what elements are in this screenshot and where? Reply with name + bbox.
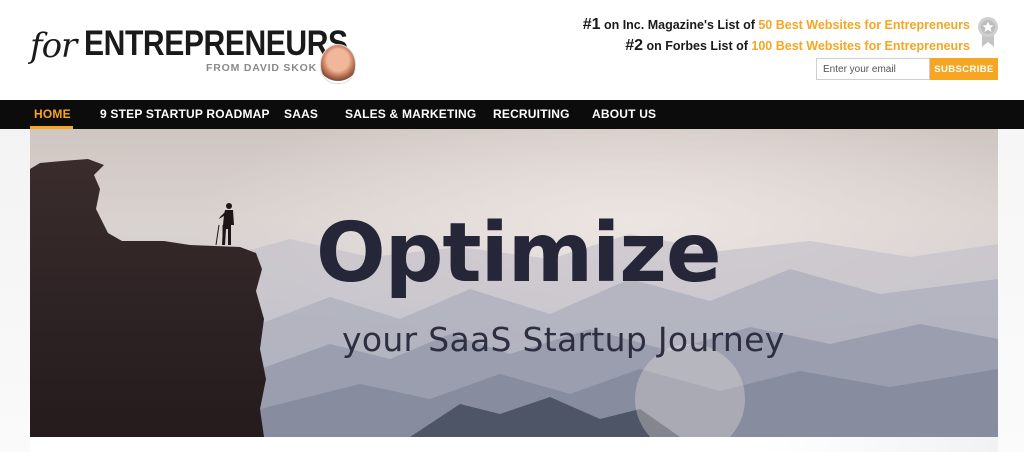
ranking-link[interactable]: 50 Best Websites for Entrepreneurs <box>758 18 970 32</box>
site-logo[interactable]: for ENTREPRENEURS FROM DAVID SKOK <box>30 18 360 88</box>
nav-item-about[interactable]: ABOUT US <box>592 100 656 129</box>
author-avatar <box>320 44 356 84</box>
ranking-text: on Forbes List of <box>643 39 752 53</box>
ranking-number: #1 <box>582 16 601 33</box>
left-gutter <box>0 129 30 452</box>
hero-banner: Optimize your SaaS Startup Journey <box>30 129 998 437</box>
ranking-text: on Inc. Magazine's List of <box>600 18 759 32</box>
award-ribbon-icon <box>978 17 998 47</box>
ranking-inc: #1 on Inc. Magazine's List of 50 Best We… <box>583 16 970 34</box>
nav-item-home[interactable]: HOME <box>34 100 71 129</box>
site-header: for ENTREPRENEURS FROM DAVID SKOK #1 on … <box>0 0 1024 100</box>
hero-title: Optimize <box>316 206 722 301</box>
email-field[interactable] <box>816 58 930 80</box>
logo-for-script: for <box>30 26 77 66</box>
logo-wordmark: ENTREPRENEURS <box>84 24 348 63</box>
ranking-link[interactable]: 100 Best Websites for Entrepreneurs <box>751 39 970 53</box>
right-gutter <box>998 129 1024 452</box>
ranking-forbes: #2 on Forbes List of 100 Best Websites f… <box>625 37 970 55</box>
sidebar-shadow <box>760 437 998 452</box>
logo-byline: FROM DAVID SKOK <box>206 62 317 74</box>
nav-item-roadmap[interactable]: 9 STEP STARTUP ROADMAP <box>100 100 270 129</box>
nav-item-recruiting[interactable]: RECRUITING <box>493 100 570 129</box>
hero-subtitle: your SaaS Startup Journey <box>342 320 785 359</box>
nav-item-saas[interactable]: SAAS <box>284 100 318 129</box>
main-nav: HOME 9 STEP STARTUP ROADMAP SAAS SALES &… <box>0 100 1024 129</box>
subscribe-button[interactable]: SUBSCRIBE <box>930 58 998 80</box>
nav-item-sales-marketing[interactable]: SALES & MARKETING <box>345 100 476 129</box>
ranking-number: #2 <box>625 37 644 54</box>
